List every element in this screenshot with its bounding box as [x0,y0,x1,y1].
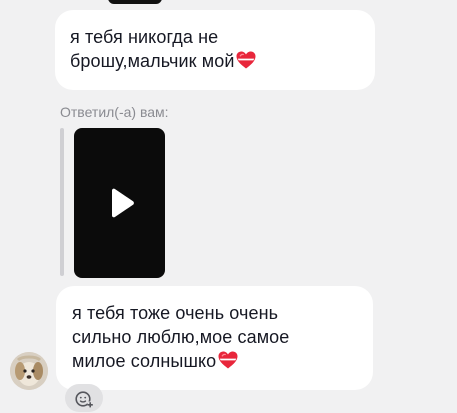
message-text-fragment: брошу,мальчик мой [70,51,235,71]
replied-video-thumbnail[interactable] [74,128,165,278]
message-text-line: я тебя никогда не [70,27,219,47]
add-reaction-icon [75,390,93,413]
message-text-line: милое солнышко [72,349,357,376]
play-icon [109,188,135,223]
heart-icon [235,50,257,76]
message-bubble[interactable]: я тебя тоже очень очень сильно люблю,мое… [56,286,373,390]
previous-media-thumbnail[interactable] [108,0,162,4]
message-text-line: брошу,мальчик мой [70,49,359,76]
avatar[interactable] [10,352,48,390]
message-bubble[interactable]: я тебя никогда не брошу,мальчик мой [55,10,375,90]
heart-icon [217,350,239,376]
reply-label: Ответил(-а) вам: [60,104,169,120]
reply-quote-bar [60,128,64,276]
dog-avatar-image [10,352,48,390]
message-text-fragment: милое солнышко [72,351,217,371]
add-reaction-button[interactable] [65,384,103,412]
message-text-line: я тебя тоже очень очень [72,303,279,323]
message-text-line: сильно люблю,мое самое [72,327,290,347]
